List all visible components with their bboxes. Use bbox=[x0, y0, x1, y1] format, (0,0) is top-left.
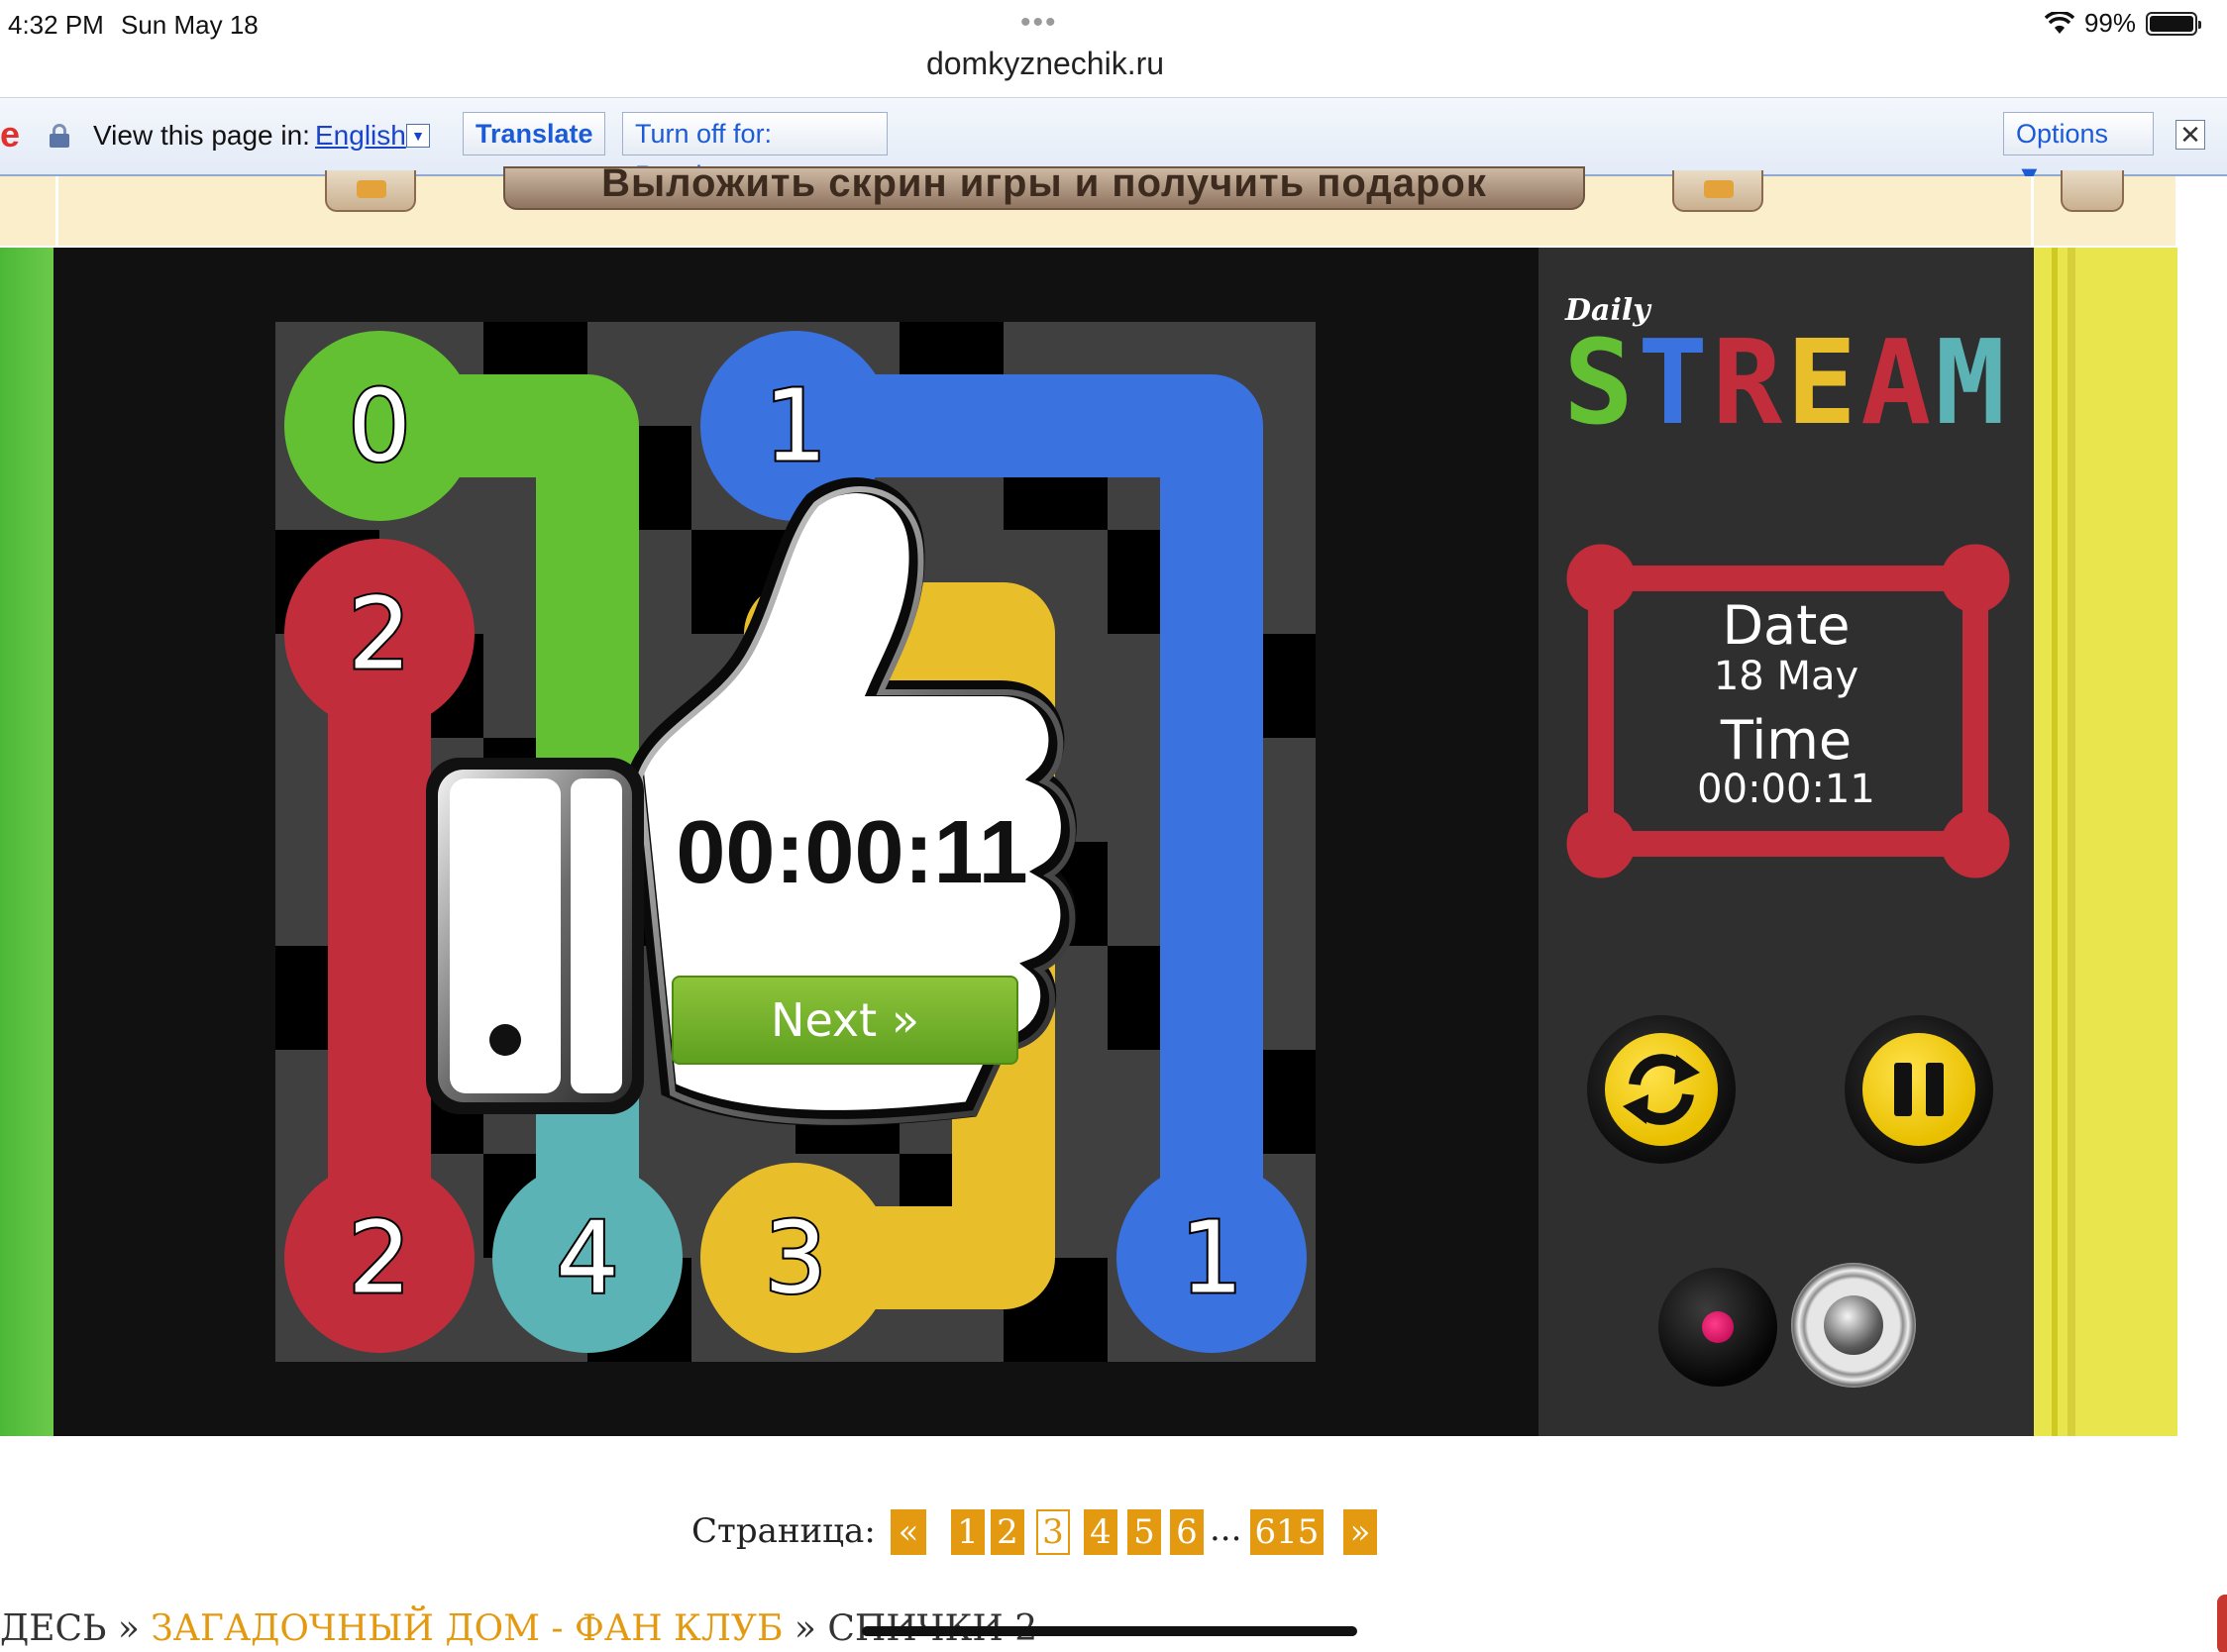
flow-dot-label: 4 bbox=[556, 1200, 619, 1316]
close-icon[interactable]: ✕ bbox=[2175, 120, 2205, 150]
page-edge-left bbox=[0, 248, 53, 1436]
logo-letter: R bbox=[1712, 314, 1787, 451]
banner-button[interactable]: Выложить скрин игры и получить подарок bbox=[503, 166, 1585, 210]
page-link[interactable]: 5 bbox=[1127, 1509, 1161, 1555]
language-select[interactable]: English bbox=[315, 120, 406, 152]
logo-letter: E bbox=[1786, 314, 1861, 451]
status-time: 4:32 PM bbox=[8, 10, 104, 40]
banner-divider bbox=[55, 176, 58, 246]
page-link[interactable]: 6 bbox=[1170, 1509, 1204, 1555]
speaker-icon bbox=[1824, 1295, 1883, 1355]
date-value: 18 May bbox=[1713, 654, 1859, 699]
logo-letter: T bbox=[1638, 314, 1713, 451]
flow-dot-label: 1 bbox=[764, 368, 827, 484]
banner-tab-left[interactable] bbox=[325, 170, 416, 212]
battery-percent: 99% bbox=[2083, 8, 2136, 38]
page-link[interactable]: 2 bbox=[991, 1509, 1024, 1555]
flow-dot[interactable]: 2 bbox=[284, 1163, 475, 1353]
pause-button[interactable] bbox=[1845, 1015, 1993, 1164]
page-last[interactable]: 615 bbox=[1250, 1509, 1324, 1555]
page-link[interactable]: 1 bbox=[951, 1509, 985, 1555]
multitask-dots[interactable]: ••• bbox=[1020, 6, 1058, 40]
refresh-icon bbox=[1623, 1054, 1700, 1125]
sound-button[interactable] bbox=[1791, 1263, 1916, 1388]
result-time: 00:00:11 bbox=[676, 803, 1028, 902]
status-right: 99% bbox=[2044, 8, 2201, 39]
page-link[interactable]: 4 bbox=[1084, 1509, 1117, 1555]
pagination-label: Страница: bbox=[691, 1511, 876, 1551]
flow-dot-label: 1 bbox=[1180, 1200, 1243, 1316]
status-date: Sun May 18 bbox=[121, 10, 259, 40]
flow-dot[interactable]: 3 bbox=[700, 1163, 891, 1353]
breadcrumb-sep: » bbox=[794, 1608, 816, 1649]
logo-stream: STREAM bbox=[1563, 323, 2009, 442]
logo-letter: S bbox=[1563, 314, 1639, 451]
flow-dot-label: 2 bbox=[348, 1200, 411, 1316]
restart-button[interactable] bbox=[1587, 1015, 1736, 1164]
breadcrumb-link[interactable]: ЗАГАДОЧНЫЙ ДОМ - ФАН КЛУБ bbox=[151, 1608, 783, 1649]
breadcrumb-prefix[interactable]: ДЕСЬ bbox=[0, 1608, 106, 1649]
time-label: Time bbox=[1720, 709, 1853, 772]
google-logo-icon: e bbox=[0, 114, 21, 155]
flow-dot[interactable]: 4 bbox=[492, 1163, 683, 1353]
record-icon bbox=[1702, 1311, 1734, 1343]
pagination-ellipsis: ... bbox=[1210, 1509, 1242, 1549]
gift-icon bbox=[1704, 180, 1734, 198]
next-button[interactable]: Next » bbox=[672, 976, 1018, 1065]
flow-dot[interactable]: 1 bbox=[1116, 1163, 1307, 1353]
gift-icon bbox=[357, 180, 386, 198]
date-label: Date bbox=[1722, 594, 1851, 657]
time-value: 00:00:11 bbox=[1697, 767, 1875, 812]
breadcrumb-sep: » bbox=[117, 1608, 140, 1649]
battery-icon bbox=[2146, 11, 2201, 36]
logo-letter: A bbox=[1860, 314, 1936, 451]
lock-icon bbox=[50, 124, 69, 148]
translate-bar: e View this page in: English ▼ Translate… bbox=[0, 97, 2227, 190]
logo-letter: M bbox=[1935, 314, 2010, 451]
screen: 4:32 PM Sun May 18 ••• 99% domkyznechik.… bbox=[0, 0, 2227, 1652]
translate-label: View this page in: bbox=[93, 120, 310, 151]
banner-tab-edge bbox=[2061, 170, 2124, 212]
banner-tab-right[interactable] bbox=[1672, 170, 1763, 212]
wifi-icon bbox=[2044, 11, 2074, 34]
flow-dot-label: 2 bbox=[348, 576, 411, 692]
page-edge-right bbox=[2034, 248, 2177, 1436]
flow-dot-label: 3 bbox=[764, 1200, 827, 1316]
page-prev[interactable]: « bbox=[891, 1509, 926, 1555]
pause-icon bbox=[1894, 1063, 1944, 1116]
side-tab[interactable] bbox=[2217, 1595, 2227, 1652]
address-bar[interactable]: domkyznechik.ru bbox=[0, 46, 2090, 82]
record-button[interactable] bbox=[1658, 1268, 1777, 1387]
turn-off-button[interactable]: Turn off for: Russian bbox=[622, 112, 888, 190]
dropdown-arrow-icon[interactable]: ▼ bbox=[406, 124, 430, 148]
page-next[interactable]: » bbox=[1343, 1509, 1377, 1555]
flow-dot-label: 0 bbox=[348, 368, 411, 484]
page-link[interactable]: 3 bbox=[1036, 1509, 1070, 1555]
banner-divider bbox=[2031, 176, 2034, 246]
options-button[interactable]: Options ▼ bbox=[2003, 112, 2154, 190]
translate-button[interactable]: Translate bbox=[463, 112, 605, 155]
home-indicator[interactable] bbox=[862, 1626, 1357, 1636]
